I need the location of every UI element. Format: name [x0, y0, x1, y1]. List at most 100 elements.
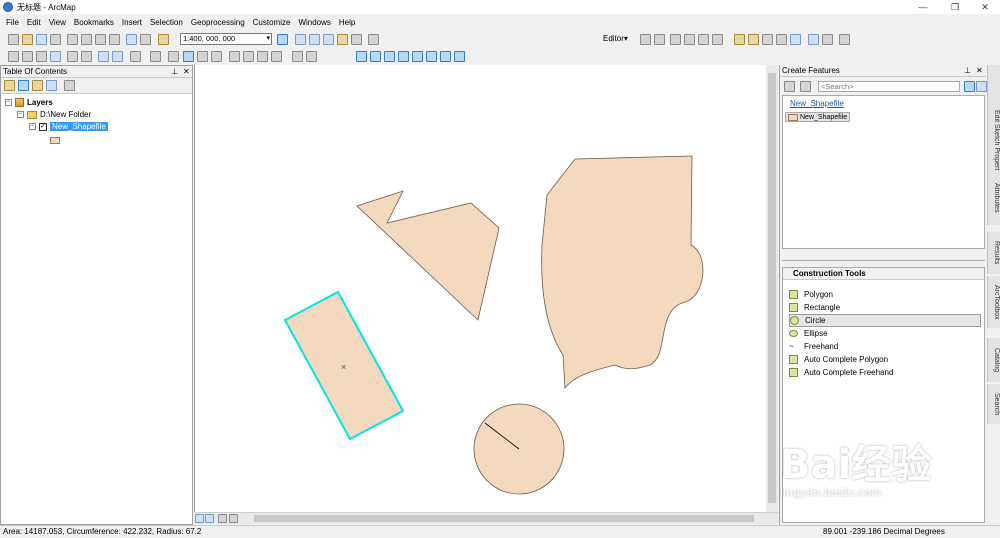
close-icon[interactable]: ✕ — [976, 65, 983, 77]
toc-options-icon[interactable] — [64, 80, 75, 91]
menu-edit[interactable]: Edit — [27, 18, 41, 27]
data-view-icon[interactable] — [205, 514, 214, 523]
pin-icon[interactable]: ⊥ — [964, 65, 971, 77]
list-by-visibility-icon[interactable] — [32, 80, 43, 91]
copy-icon[interactable] — [81, 34, 92, 45]
tab-attributes[interactable]: Attributes — [987, 170, 1000, 225]
reshape-icon[interactable] — [748, 34, 759, 45]
layer-symbol[interactable] — [50, 137, 60, 144]
tool-auto-complete-freehand[interactable]: Auto Complete Freehand — [789, 366, 981, 379]
polygon-large-feature[interactable] — [541, 155, 704, 390]
python-icon[interactable] — [351, 34, 362, 45]
arc-segment-icon[interactable] — [684, 34, 695, 45]
forward-icon[interactable] — [112, 51, 123, 62]
fixed-zoom-out-icon[interactable] — [81, 51, 92, 62]
draw-tool-2-icon[interactable] — [370, 51, 381, 62]
edit-tool-icon[interactable] — [640, 34, 651, 45]
time-slider-icon[interactable] — [271, 51, 282, 62]
fixed-zoom-in-icon[interactable] — [67, 51, 78, 62]
map-vertical-scrollbar[interactable] — [766, 65, 778, 512]
polygon-symbol-swatch[interactable] — [50, 137, 60, 144]
collapse-icon[interactable]: − — [29, 123, 36, 130]
add-data-icon[interactable] — [158, 34, 169, 45]
layer-visibility-checkbox[interactable]: ✓ — [39, 122, 47, 131]
identify-icon[interactable] — [183, 51, 194, 62]
tool-freehand[interactable]: ~ Freehand — [789, 340, 981, 353]
minimize-button[interactable]: — — [908, 0, 938, 14]
template-group-header[interactable]: New_Shapefile — [790, 99, 844, 108]
split-icon[interactable] — [776, 34, 787, 45]
close-icon[interactable]: ✕ — [183, 66, 190, 78]
select-features-icon[interactable] — [130, 51, 141, 62]
menu-help[interactable]: Help — [339, 18, 355, 27]
tab-catalog[interactable]: Catalog — [987, 338, 1000, 382]
hyperlink-icon[interactable] — [197, 51, 208, 62]
menu-geoprocessing[interactable]: Geoprocessing — [191, 18, 245, 27]
point-icon[interactable] — [712, 34, 723, 45]
full-extent-icon[interactable] — [50, 51, 61, 62]
back-icon[interactable] — [98, 51, 109, 62]
tab-search[interactable]: Search — [987, 384, 1000, 424]
zoom-in-icon[interactable] — [8, 51, 19, 62]
template-item[interactable]: New_Shapefile — [785, 112, 851, 122]
template-search-input[interactable]: <Search> — [818, 81, 960, 92]
organize-templates-icon[interactable] — [784, 81, 795, 92]
polygon-triangle-feature[interactable] — [356, 190, 500, 321]
undo-icon[interactable] — [126, 34, 137, 45]
pan-icon[interactable] — [36, 51, 47, 62]
draw-tool-3-icon[interactable] — [384, 51, 395, 62]
list-by-source-icon[interactable] — [18, 80, 29, 91]
layer-label[interactable]: New_Shapefile — [50, 122, 108, 131]
html-popup-icon[interactable] — [211, 51, 222, 62]
find-route-icon[interactable] — [243, 51, 254, 62]
layers-node[interactable]: − Layers — [5, 98, 53, 107]
paste-icon[interactable] — [95, 34, 106, 45]
filter-icon[interactable] — [800, 81, 811, 92]
draw-tool-8-icon[interactable] — [454, 51, 465, 62]
close-button[interactable]: ✕ — [970, 0, 1000, 14]
list-by-selection-icon[interactable] — [46, 80, 57, 91]
folder-node[interactable]: − D:\New Folder — [17, 110, 91, 119]
tab-results[interactable]: Results — [987, 232, 1000, 274]
tool-auto-complete-polygon[interactable]: Auto Complete Polygon — [789, 353, 981, 366]
map-horizontal-scrollbar[interactable] — [194, 512, 778, 524]
toolbox-icon[interactable] — [337, 34, 348, 45]
splitter[interactable] — [782, 255, 985, 261]
tab-arctoolbox[interactable]: ArcToolbox — [987, 276, 1000, 328]
measure-icon[interactable] — [306, 51, 317, 62]
map-scale-combo[interactable]: 1:400, 000, 000 ▾ — [180, 33, 272, 45]
menu-insert[interactable]: Insert — [122, 18, 142, 27]
search-icon[interactable] — [964, 81, 975, 92]
straight-segment-icon[interactable] — [670, 34, 681, 45]
draw-tool-1-icon[interactable] — [356, 51, 367, 62]
trace-icon[interactable] — [698, 34, 709, 45]
cut-polygons-icon[interactable] — [762, 34, 773, 45]
help-icon[interactable] — [976, 81, 987, 92]
draw-tool-4-icon[interactable] — [398, 51, 409, 62]
print-icon[interactable] — [50, 34, 61, 45]
tool-circle[interactable]: Circle — [789, 314, 981, 327]
draw-tool-7-icon[interactable] — [440, 51, 451, 62]
table-icon[interactable] — [295, 34, 306, 45]
menu-view[interactable]: View — [49, 18, 66, 27]
catalog-icon[interactable] — [309, 34, 320, 45]
edit-annotation-icon[interactable] — [654, 34, 665, 45]
list-by-drawing-order-icon[interactable] — [4, 80, 15, 91]
zoom-out-icon[interactable] — [22, 51, 33, 62]
layout-view-icon[interactable] — [195, 514, 204, 523]
attributes-icon[interactable] — [808, 34, 819, 45]
menu-bookmarks[interactable]: Bookmarks — [74, 18, 114, 27]
collapse-icon[interactable]: − — [5, 99, 12, 106]
hscroll-thumb[interactable] — [254, 515, 754, 522]
pause-icon[interactable] — [229, 514, 238, 523]
collapse-icon[interactable]: − — [17, 111, 24, 118]
pin-icon[interactable]: ⊥ — [171, 66, 178, 78]
create-features-icon[interactable] — [839, 34, 850, 45]
vscroll-thumb[interactable] — [768, 73, 776, 503]
find-icon[interactable] — [229, 51, 240, 62]
open-icon[interactable] — [22, 34, 33, 45]
clear-selection-icon[interactable] — [150, 51, 161, 62]
save-icon[interactable] — [36, 34, 47, 45]
restore-button[interactable]: ❐ — [940, 0, 970, 14]
sketch-properties-icon[interactable] — [822, 34, 833, 45]
